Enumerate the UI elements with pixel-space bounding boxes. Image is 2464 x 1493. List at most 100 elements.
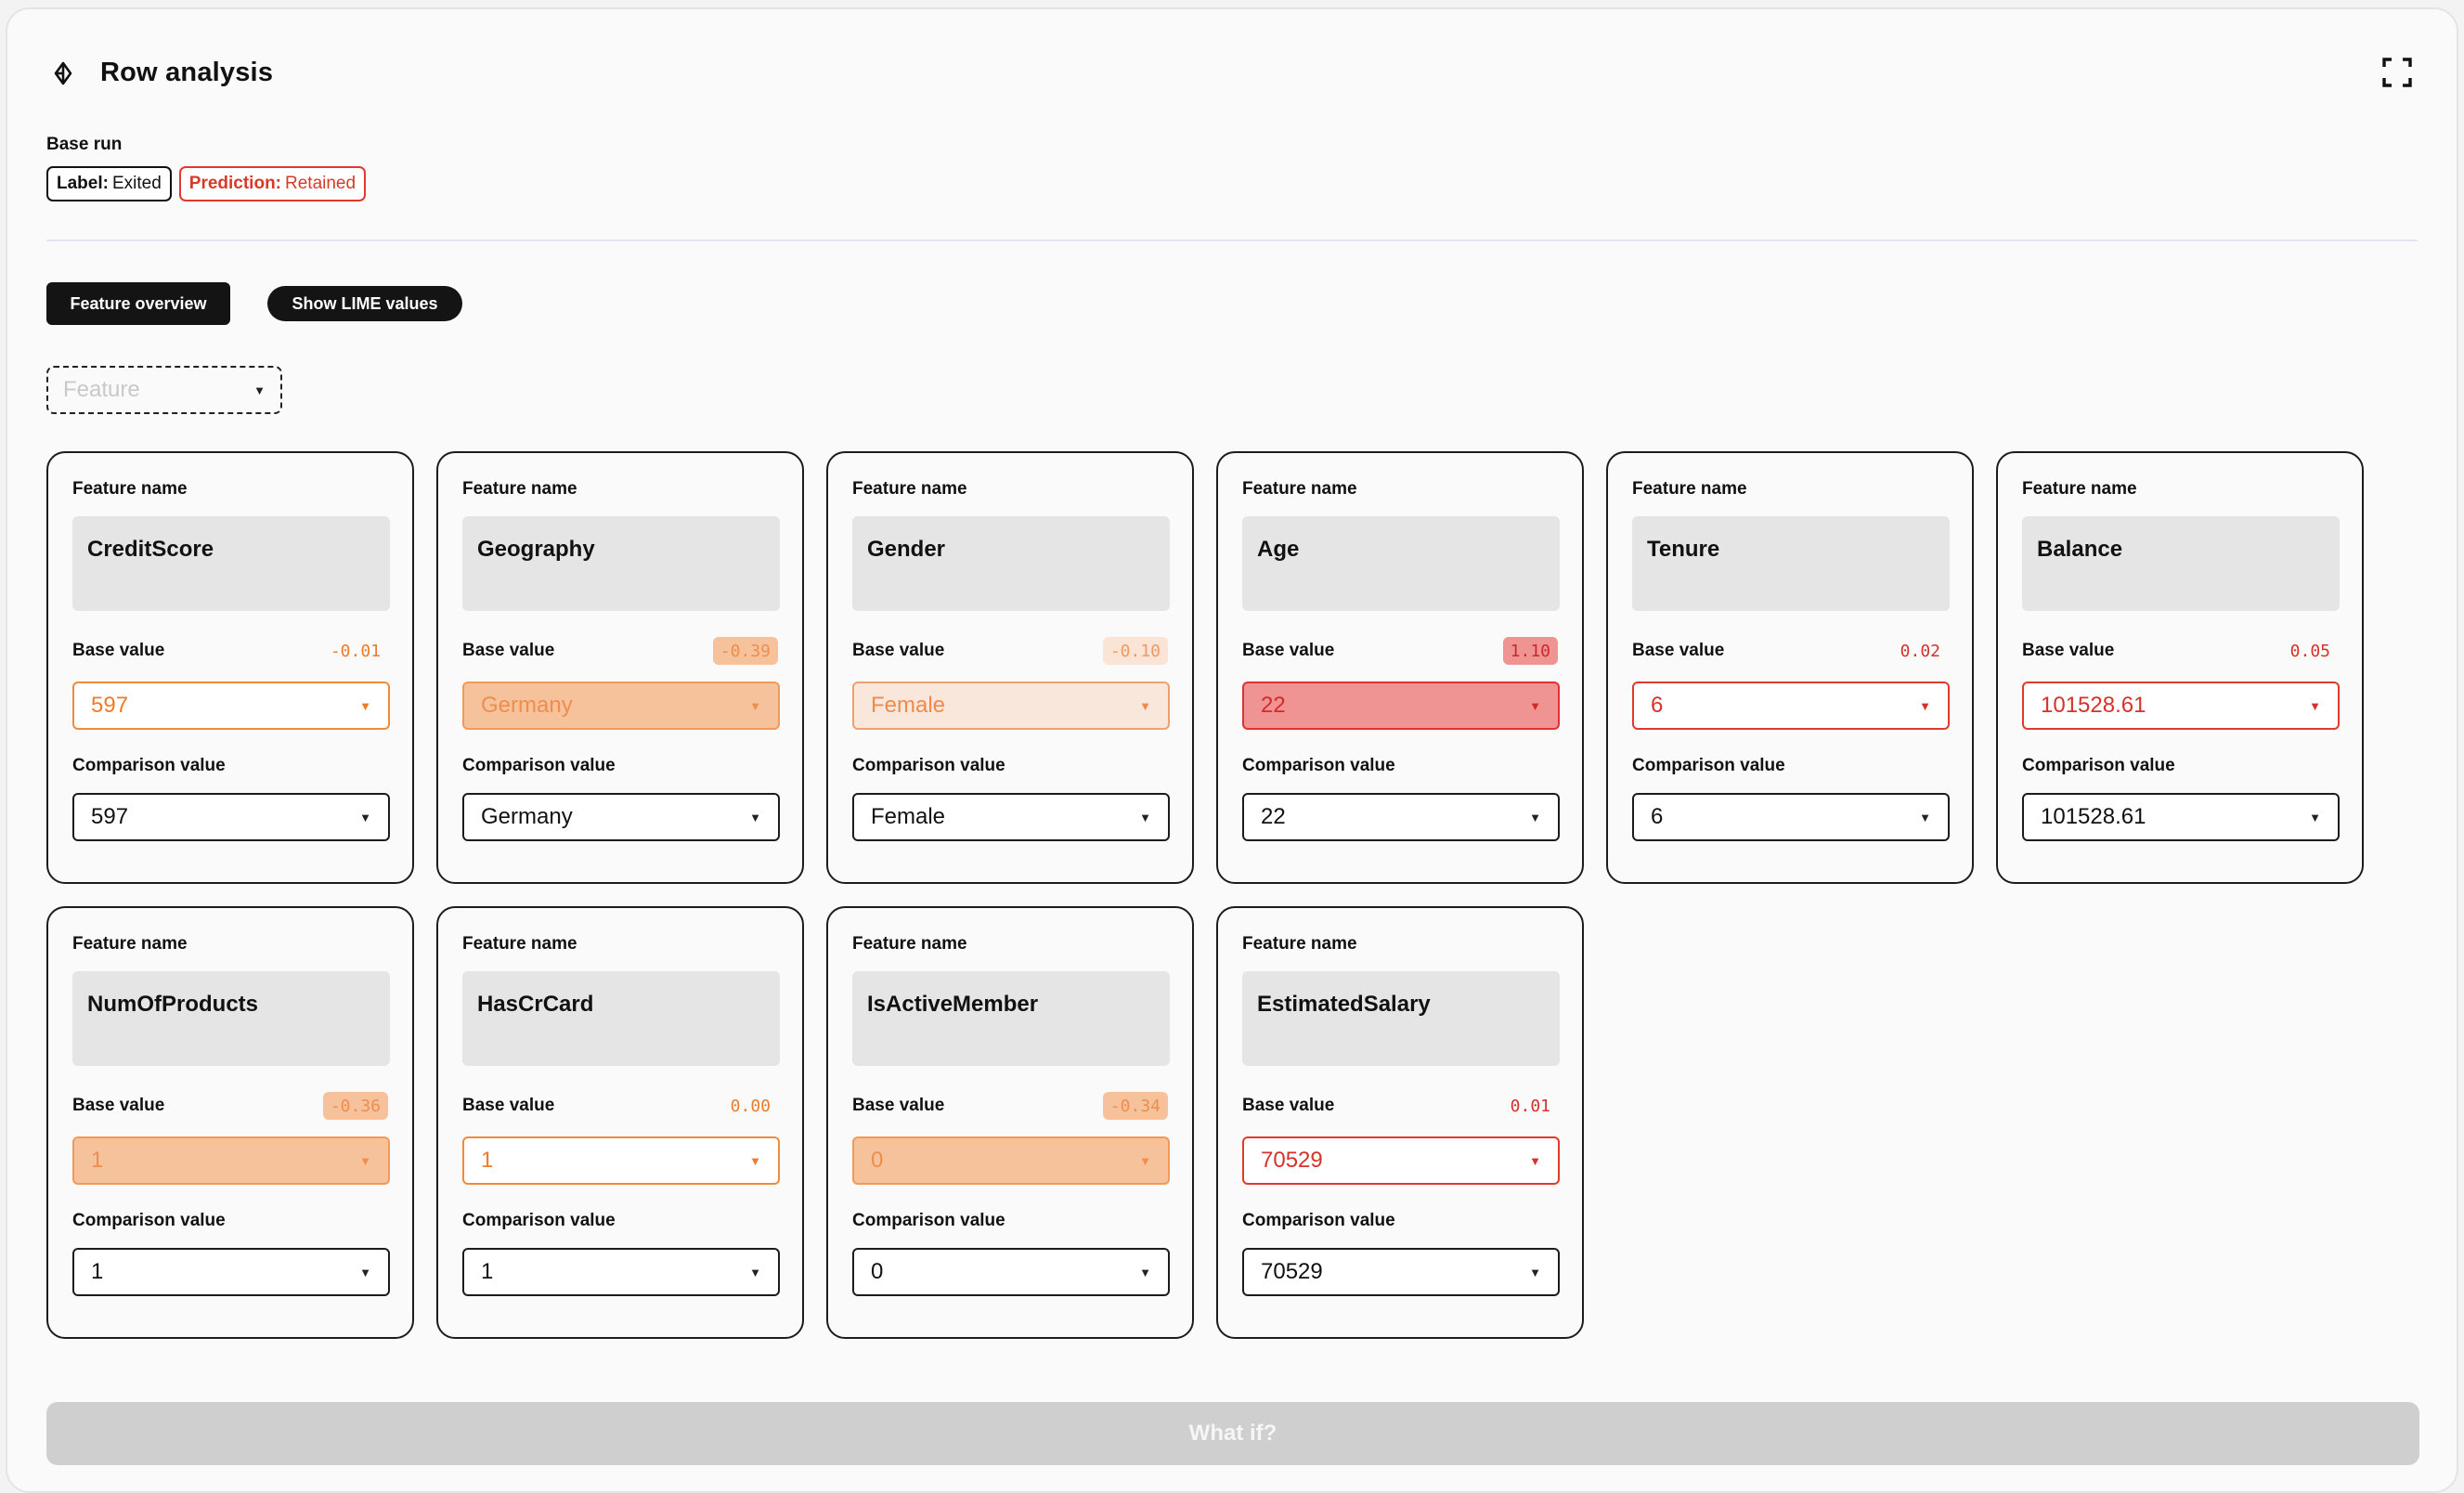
base-value-text: 22 (1261, 693, 1286, 718)
comparison-value-label: Comparison value (72, 1211, 226, 1230)
base-value-select[interactable]: Germany ▼ (462, 682, 780, 730)
base-value-text: 6 (1651, 693, 1664, 718)
comparison-value-select[interactable]: 1 ▼ (462, 1248, 780, 1296)
chevron-down-icon: ▼ (1529, 1265, 1541, 1279)
comparison-value-label: Comparison value (1632, 756, 1785, 775)
comparison-value-text: 22 (1261, 804, 1286, 829)
feature-score-badge: -0.36 (322, 1092, 388, 1120)
chevron-down-icon: ▼ (359, 810, 371, 824)
divider (46, 240, 2418, 241)
feature-name-value: Geography (462, 516, 780, 611)
comparison-value-select[interactable]: 101528.61 ▼ (2022, 793, 2340, 841)
chevron-down-icon: ▼ (749, 1153, 761, 1168)
comparison-value-text: Female (871, 804, 946, 829)
base-value-text: Female (871, 693, 946, 718)
feature-score-badge: -0.34 (1102, 1092, 1168, 1120)
feature-select[interactable]: Feature ▼ (46, 366, 282, 414)
base-value-select[interactable]: Female ▼ (852, 682, 1170, 730)
base-value-label: Base value (852, 641, 945, 660)
comparison-value-text: Germany (481, 804, 573, 829)
chevron-down-icon: ▼ (1139, 1153, 1151, 1168)
feature-name-value: Tenure (1632, 516, 1950, 611)
feature-name-label: Feature name (852, 934, 967, 954)
chevron-down-icon: ▼ (1139, 810, 1151, 824)
feature-score-badge: 0.00 (730, 1096, 771, 1116)
chevron-down-icon: ▼ (2309, 810, 2321, 824)
page-title: Row analysis (100, 58, 274, 87)
comparison-value-label: Comparison value (2022, 756, 2175, 775)
comparison-value-select[interactable]: Female ▼ (852, 793, 1170, 841)
feature-card-balance: Feature name Balance Base value 0.05 101… (1996, 451, 2364, 884)
feature-name-value: IsActiveMember (852, 971, 1170, 1066)
feature-score-badge: -0.10 (1102, 637, 1168, 665)
base-value-select[interactable]: 597 ▼ (72, 682, 390, 730)
base-value-label: Base value (72, 641, 165, 660)
comparison-value-text: 1 (91, 1259, 104, 1284)
base-value-label: Base value (72, 1096, 165, 1115)
tab-feature-overview[interactable]: Feature overview (46, 282, 230, 325)
base-run-badges: Label: Exited Prediction: Retained (46, 166, 367, 201)
chevron-down-icon: ▼ (749, 810, 761, 824)
feature-name-value: Age (1242, 516, 1560, 611)
comparison-value-select[interactable]: 597 ▼ (72, 793, 390, 841)
feature-score-badge: 0.01 (1510, 1096, 1550, 1116)
feature-name-label: Feature name (72, 479, 188, 499)
chevron-down-icon: ▼ (359, 1153, 371, 1168)
base-value-select[interactable]: 22 ▼ (1242, 682, 1560, 730)
fullscreen-button[interactable] (2379, 54, 2416, 91)
feature-card-tenure: Feature name Tenure Base value 0.02 6 ▼ … (1606, 451, 1974, 884)
comparison-value-select[interactable]: 22 ▼ (1242, 793, 1560, 841)
comparison-value-text: 597 (91, 804, 129, 829)
feature-name-value: NumOfProducts (72, 971, 390, 1066)
feature-name-value: Gender (852, 516, 1170, 611)
chevron-down-icon: ▼ (2309, 698, 2321, 713)
feature-name-label: Feature name (462, 934, 577, 954)
comparison-value-label: Comparison value (462, 1211, 616, 1230)
base-value-select[interactable]: 1 ▼ (72, 1136, 390, 1185)
feature-score-badge: -0.39 (712, 637, 778, 665)
comparison-value-select[interactable]: 6 ▼ (1632, 793, 1950, 841)
show-lime-values-toggle[interactable]: Show LIME values (267, 286, 462, 321)
what-if-button[interactable]: What if? (46, 1402, 2419, 1465)
prediction-badge: Prediction: Retained (178, 166, 367, 201)
prediction-badge-value: Retained (285, 174, 357, 193)
feature-card-gender: Feature name Gender Base value -0.10 Fem… (826, 451, 1194, 884)
comparison-value-text: 6 (1651, 804, 1664, 829)
comparison-value-select[interactable]: 70529 ▼ (1242, 1248, 1560, 1296)
base-value-select[interactable]: 0 ▼ (852, 1136, 1170, 1185)
feature-name-label: Feature name (2022, 479, 2137, 499)
row-analysis-panel: Row analysis Base run Label: Exited Pred… (6, 7, 2458, 1493)
comparison-value-label: Comparison value (462, 756, 616, 775)
chevron-down-icon: ▼ (1139, 1265, 1151, 1279)
label-badge-key: Label: (57, 174, 109, 193)
chevron-down-icon: ▼ (1529, 698, 1541, 713)
base-value-select[interactable]: 1 ▼ (462, 1136, 780, 1185)
base-value-label: Base value (462, 641, 555, 660)
chevron-down-icon: ▼ (1529, 810, 1541, 824)
feature-card-is-active-member: Feature name IsActiveMember Base value -… (826, 906, 1194, 1339)
prediction-badge-key: Prediction: (188, 174, 281, 193)
panel-header: Row analysis (48, 58, 273, 88)
chevron-down-icon: ▼ (359, 698, 371, 713)
comparison-value-label: Comparison value (1242, 1211, 1395, 1230)
feature-score-badge: 0.05 (2289, 641, 2330, 661)
chevron-down-icon: ▼ (749, 1265, 761, 1279)
base-value-text: 101528.61 (2041, 693, 2146, 718)
base-value-text: 1 (481, 1148, 494, 1173)
comparison-value-text: 70529 (1261, 1259, 1323, 1284)
feature-name-label: Feature name (72, 934, 188, 954)
base-value-select[interactable]: 6 ▼ (1632, 682, 1950, 730)
comparison-value-select[interactable]: Germany ▼ (462, 793, 780, 841)
comparison-value-select[interactable]: 1 ▼ (72, 1248, 390, 1296)
feature-card-estimated-salary: Feature name EstimatedSalary Base value … (1216, 906, 1584, 1339)
base-value-label: Base value (1242, 641, 1335, 660)
label-badge: Label: Exited (46, 166, 172, 201)
comparison-value-select[interactable]: 0 ▼ (852, 1248, 1170, 1296)
base-value-select[interactable]: 101528.61 ▼ (2022, 682, 2340, 730)
feature-name-label: Feature name (1632, 479, 1747, 499)
feature-name-value: EstimatedSalary (1242, 971, 1560, 1066)
chevron-down-icon: ▼ (253, 383, 266, 397)
base-value-label: Base value (1242, 1096, 1335, 1115)
base-value-label: Base value (462, 1096, 555, 1115)
base-value-select[interactable]: 70529 ▼ (1242, 1136, 1560, 1185)
